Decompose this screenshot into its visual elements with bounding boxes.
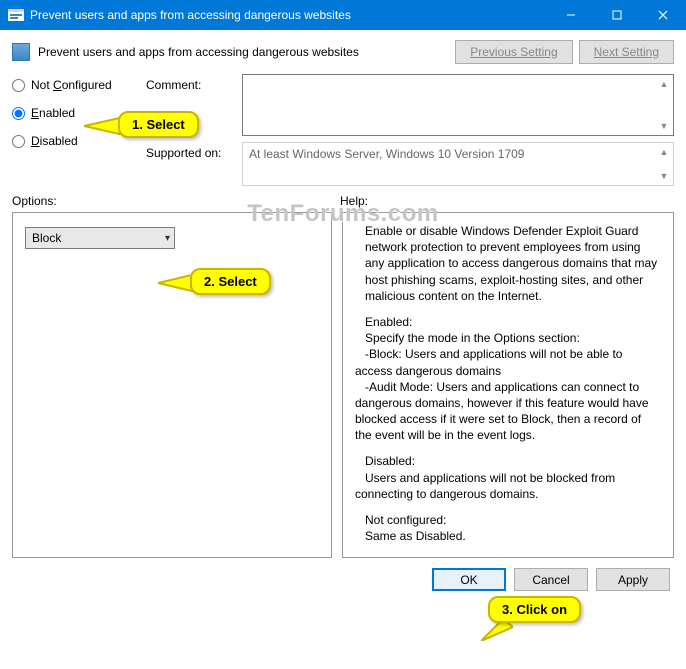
scroll-down-icon[interactable]: ▼ bbox=[657, 119, 671, 133]
options-label: Options: bbox=[12, 194, 340, 208]
help-disabled-heading: Disabled: bbox=[355, 454, 415, 468]
annotation-3: 3. Click on bbox=[488, 596, 581, 623]
previous-setting-button[interactable]: Previous Setting bbox=[455, 40, 572, 64]
help-text: Same as Disabled. bbox=[355, 529, 466, 543]
help-text: Users and applications will not be block… bbox=[355, 471, 615, 501]
annotation-2: 2. Select bbox=[190, 268, 271, 295]
comment-textarea[interactable]: ▲ ▼ bbox=[242, 74, 674, 136]
scroll-up-icon[interactable]: ▲ bbox=[657, 77, 671, 91]
options-dropdown[interactable]: Block ▾ bbox=[25, 227, 175, 249]
options-panel: Block ▾ bbox=[12, 212, 332, 558]
help-panel: Enable or disable Windows Defender Explo… bbox=[342, 212, 674, 558]
help-text: Enable or disable Windows Defender Explo… bbox=[355, 223, 661, 304]
help-text: -Block: Users and applications will not … bbox=[355, 347, 622, 377]
annotation-1: 1. Select bbox=[118, 111, 199, 138]
cancel-button[interactable]: Cancel bbox=[514, 568, 588, 591]
policy-title: Prevent users and apps from accessing da… bbox=[38, 45, 359, 59]
close-button[interactable] bbox=[640, 0, 686, 30]
window-title: Prevent users and apps from accessing da… bbox=[30, 8, 351, 22]
help-text: Specify the mode in the Options section: bbox=[355, 331, 580, 345]
policy-icon bbox=[12, 43, 30, 61]
header-row: Prevent users and apps from accessing da… bbox=[12, 40, 674, 64]
help-label: Help: bbox=[340, 194, 368, 208]
supported-on-text: At least Windows Server, Windows 10 Vers… bbox=[249, 147, 524, 161]
window-controls bbox=[548, 0, 686, 30]
ok-button[interactable]: OK bbox=[432, 568, 506, 591]
dropdown-value: Block bbox=[32, 231, 61, 245]
help-enabled-heading: Enabled: bbox=[355, 315, 412, 329]
minimize-button[interactable] bbox=[548, 0, 594, 30]
help-text: -Audit Mode: Users and applications can … bbox=[355, 380, 649, 443]
titlebar: Prevent users and apps from accessing da… bbox=[0, 0, 686, 30]
supported-on-label: Supported on: bbox=[146, 142, 232, 160]
dialog-button-row: OK Cancel Apply bbox=[12, 568, 674, 591]
maximize-button[interactable] bbox=[594, 0, 640, 30]
scroll-up-icon[interactable]: ▲ bbox=[657, 145, 671, 159]
supported-on-value: At least Windows Server, Windows 10 Vers… bbox=[242, 142, 674, 186]
radio-disabled[interactable]: Disabled bbox=[12, 134, 132, 148]
policy-window-icon bbox=[8, 7, 24, 23]
comment-label: Comment: bbox=[146, 74, 232, 92]
chevron-down-icon: ▾ bbox=[165, 233, 170, 244]
scroll-down-icon[interactable]: ▼ bbox=[657, 169, 671, 183]
radio-not-configured[interactable]: Not Configured bbox=[12, 78, 132, 92]
help-nc-heading: Not configured: bbox=[355, 513, 446, 527]
apply-button[interactable]: Apply bbox=[596, 568, 670, 591]
next-setting-button[interactable]: Next Setting bbox=[579, 40, 674, 64]
